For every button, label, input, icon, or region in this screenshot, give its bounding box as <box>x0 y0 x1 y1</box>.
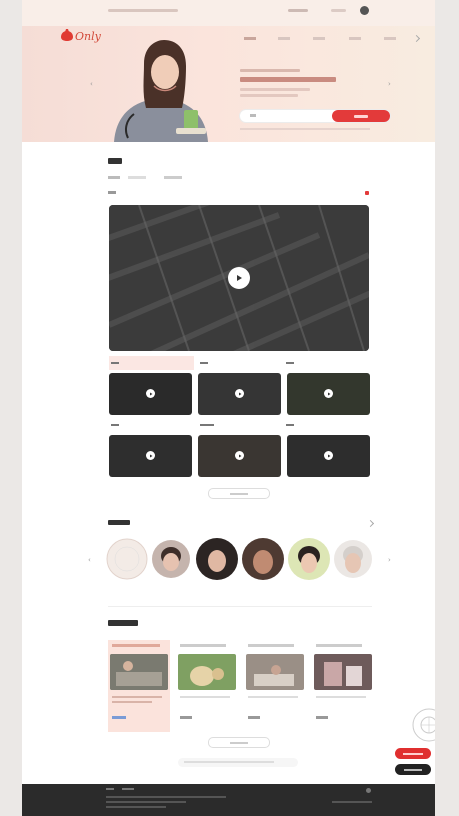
donation-card-4[interactable] <box>314 640 372 719</box>
chevron-right-icon[interactable] <box>366 519 375 528</box>
footer-info-3 <box>106 806 166 808</box>
donation-card-image <box>314 654 372 690</box>
video-thumb-2[interactable] <box>198 373 281 415</box>
featured-video[interactable] <box>109 205 369 351</box>
nav-item-3[interactable] <box>313 37 325 40</box>
footer-info-1 <box>106 796 226 798</box>
logo-wordmark[interactable]: Only <box>75 30 101 43</box>
hero-headline <box>240 77 336 82</box>
hero-eyebrow <box>240 69 300 72</box>
play-icon[interactable] <box>324 389 333 398</box>
donation-section-title <box>108 620 138 626</box>
hero-subtext <box>240 88 310 91</box>
footer-copyright <box>332 801 372 803</box>
chevron-left-icon[interactable]: ‹ <box>88 556 91 564</box>
video-thumb-4[interactable] <box>109 435 192 477</box>
donation-card-1[interactable] <box>108 640 170 732</box>
play-icon[interactable] <box>228 267 250 289</box>
video-category-label <box>108 191 116 194</box>
thumb-label-2 <box>200 362 208 364</box>
videos-section-title <box>108 158 122 164</box>
donation-card-3[interactable] <box>246 640 304 719</box>
donation-card-image <box>178 654 236 690</box>
thumb-label-5 <box>200 424 214 426</box>
thumb-label-1 <box>111 362 119 364</box>
play-icon[interactable] <box>146 451 155 460</box>
footer-icon[interactable] <box>366 788 371 793</box>
user-icon[interactable] <box>360 6 369 15</box>
video-thumb-1[interactable] <box>109 373 192 415</box>
profile-avatar-4[interactable] <box>242 538 284 580</box>
nav-item-5[interactable] <box>384 37 396 40</box>
donation-card-image <box>246 654 304 690</box>
donation-card-2[interactable] <box>178 640 236 719</box>
nav-item-2[interactable] <box>278 37 290 40</box>
footer-link-2[interactable] <box>122 788 134 790</box>
search-hint <box>240 128 370 130</box>
people-section-title <box>108 520 130 525</box>
profile-avatar-6[interactable] <box>334 540 372 578</box>
top-utility-bar <box>22 0 435 26</box>
video-thumb-5[interactable] <box>198 435 281 477</box>
hero-person-image <box>114 40 208 142</box>
filter-tab-2[interactable] <box>128 176 146 179</box>
profile-avatar-5[interactable] <box>288 538 330 580</box>
hero-subtext-2 <box>240 94 298 97</box>
filter-tab-1[interactable] <box>108 176 120 179</box>
play-icon[interactable] <box>324 451 333 460</box>
nav-item-1[interactable] <box>244 37 256 40</box>
login-link[interactable] <box>288 9 308 12</box>
section-divider <box>108 606 372 607</box>
thumb-label-4 <box>111 424 119 426</box>
play-icon[interactable] <box>235 389 244 398</box>
video-thumb-3[interactable] <box>287 373 370 415</box>
flag-icon[interactable] <box>365 191 369 195</box>
chat-icon[interactable] <box>412 708 435 742</box>
footer-link-1[interactable] <box>106 788 114 790</box>
logo-icon[interactable] <box>60 28 74 42</box>
profile-avatar-3[interactable] <box>196 538 238 580</box>
top-notice-text <box>108 9 178 12</box>
thumb-label-6 <box>286 424 294 426</box>
profile-avatar-1[interactable] <box>106 538 148 580</box>
search-button[interactable] <box>332 110 390 122</box>
play-icon[interactable] <box>146 389 155 398</box>
play-icon[interactable] <box>235 451 244 460</box>
videos-more-button[interactable] <box>208 488 270 499</box>
donation-more-button[interactable] <box>208 737 270 748</box>
filter-dropdown[interactable] <box>164 176 182 179</box>
chevron-right-icon[interactable]: › <box>388 80 391 88</box>
floating-secondary-button[interactable] <box>395 764 431 775</box>
page: Only ‹ › ‹ › <box>22 0 435 816</box>
floating-primary-button[interactable] <box>395 748 431 759</box>
chevron-left-icon[interactable]: ‹ <box>90 80 93 88</box>
join-link[interactable] <box>331 9 346 12</box>
footer <box>22 784 435 816</box>
notice-bar[interactable] <box>178 758 298 767</box>
chevron-right-icon[interactable]: › <box>388 556 391 564</box>
thumb-label-3 <box>286 362 294 364</box>
footer-info-2 <box>106 801 186 803</box>
donation-card-image <box>110 654 168 690</box>
video-thumb-6[interactable] <box>287 435 370 477</box>
profile-avatar-2[interactable] <box>152 540 190 578</box>
nav-item-4[interactable] <box>349 37 361 40</box>
thumb-caption-active <box>109 356 194 370</box>
